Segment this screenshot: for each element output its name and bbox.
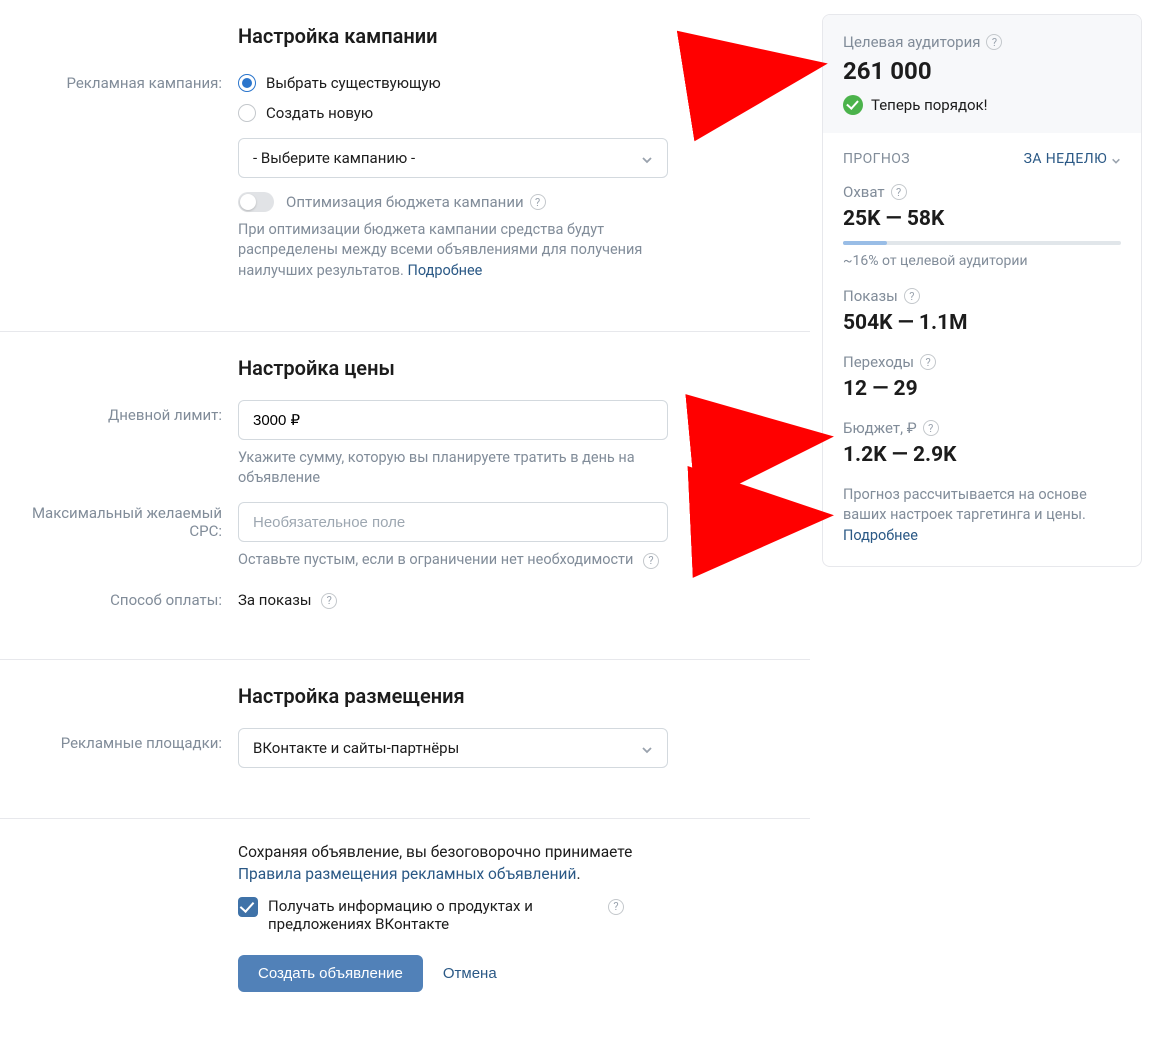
help-icon[interactable]: ? [920,354,936,370]
check-icon [843,95,863,115]
cpc-input[interactable] [238,502,668,542]
cpc-hint: Оставьте пустым, если в ограничении нет … [238,550,678,570]
select-value: ВКонтакте и сайты-партнёры [253,739,459,757]
reach-bar [843,241,1121,245]
help-icon[interactable]: ? [923,420,939,436]
help-icon[interactable]: ? [986,34,1002,50]
help-icon[interactable]: ? [321,593,337,609]
learn-more-link[interactable]: Подробнее [407,262,482,279]
cancel-button[interactable]: Отмена [443,965,497,982]
budget-label: Бюджет, ₽ [843,419,917,437]
reach-label: Охват [843,183,885,201]
reach-sub: ~16% от целевой аудитории [843,253,1121,269]
chevron-down-icon [1111,154,1121,164]
radio-icon [238,74,256,92]
help-icon[interactable]: ? [904,288,920,304]
audience-value: 261 000 [843,57,1121,85]
audience-label: Целевая аудитория [843,33,980,51]
terms-link[interactable]: Правила размещения рекламных объявлений [238,865,576,883]
radio-new-campaign[interactable]: Создать новую [238,98,690,128]
select-value: - Выберите кампанию - [253,149,415,167]
cpc-label: Максимальный желаемый CPC: [0,502,238,540]
impressions-value: 504K — 1.1M [843,311,1121,335]
daily-limit-label: Дневной лимит: [0,400,238,424]
price-heading: Настройка цены [238,356,690,380]
period-select[interactable]: ЗА НЕДЕЛЮ [1024,151,1121,167]
forecast-sidebar: Целевая аудитория ? 261 000 Теперь поряд… [822,14,1142,567]
budget-value: 1.2K — 2.9K [843,443,1121,467]
subscribe-checkbox[interactable] [238,897,258,917]
placement-label: Рекламные площадки: [0,728,238,752]
help-icon[interactable]: ? [643,553,659,569]
help-icon[interactable]: ? [530,194,546,210]
impressions-label: Показы [843,287,898,305]
create-ad-button[interactable]: Создать объявление [238,955,423,992]
daily-limit-input[interactable] [238,400,668,440]
radio-label: Создать новую [266,104,373,122]
toggle-label: Оптимизация бюджета кампании [286,193,524,211]
placement-select[interactable]: ВКонтакте и сайты-партнёры [238,728,668,768]
daily-limit-hint: Укажите сумму, которую вы планируете тра… [238,448,678,489]
forecast-heading: ПРОГНОЗ [843,151,910,167]
help-icon[interactable]: ? [608,899,624,915]
payment-method-label: Способ оплаты: [0,585,238,609]
radio-icon [238,104,256,122]
chevron-down-icon [641,152,653,164]
help-icon[interactable]: ? [891,184,907,200]
checkbox-label: Получать информацию о продуктах и предло… [268,897,598,933]
placement-heading: Настройка размещения [238,684,690,708]
forecast-more-link[interactable]: Подробнее [843,527,918,544]
terms-intro: Сохраняя объявление, вы безоговорочно пр… [238,843,690,861]
campaign-select[interactable]: - Выберите кампанию - [238,138,668,178]
payment-method-value: За показы [238,591,312,609]
reach-value: 25K — 58K [843,207,1121,231]
clicks-label: Переходы [843,353,914,371]
radio-existing-campaign[interactable]: Выбрать существующую [238,68,690,98]
campaign-label: Рекламная кампания: [0,68,238,92]
toggle-hint: При оптимизации бюджета кампании средств… [238,220,678,281]
clicks-value: 12 — 29 [843,377,1121,401]
budget-optimization-toggle[interactable] [238,192,274,212]
chevron-down-icon [641,742,653,754]
status-text: Теперь порядок! [871,96,988,114]
campaign-heading: Настройка кампании [238,24,690,48]
forecast-note: Прогноз рассчитывается на основе ваших н… [843,485,1121,546]
radio-label: Выбрать существующую [266,74,441,92]
